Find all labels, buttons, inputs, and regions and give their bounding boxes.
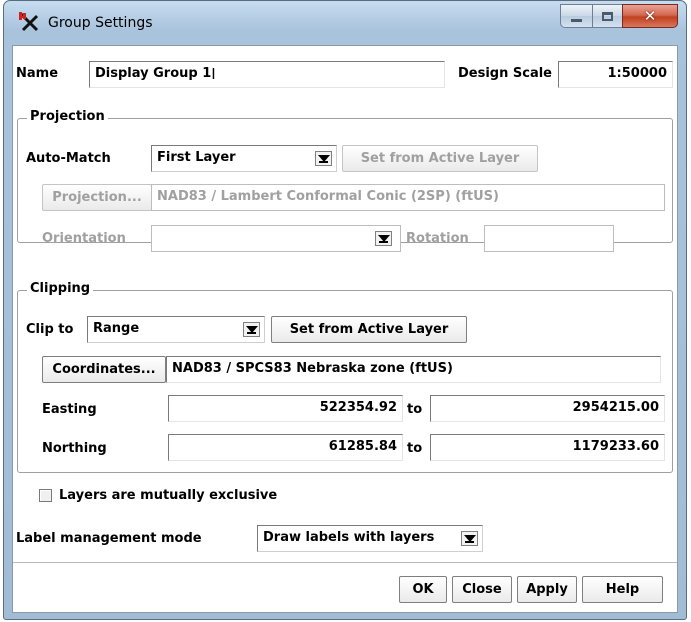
label-mode-dropdown[interactable]: Draw labels with layers xyxy=(257,525,483,552)
minimize-button[interactable] xyxy=(560,4,592,28)
rotation-label: Rotation xyxy=(406,231,469,246)
label-mode-value: Draw labels with layers xyxy=(263,530,435,545)
coordinates-button[interactable]: Coordinates... xyxy=(42,356,166,383)
projection-set-from-active-button[interactable]: Set from Active Layer xyxy=(342,145,538,172)
name-label: Name xyxy=(16,66,59,81)
northing-to-label: to xyxy=(407,441,423,456)
close-icon: ✕ xyxy=(643,7,657,25)
coordinates-value-field: NAD83 / SPCS83 Nebraska zone (ftUS) xyxy=(166,356,661,383)
northing-label: Northing xyxy=(42,441,107,456)
close-button[interactable]: Close xyxy=(452,576,512,603)
footer-divider xyxy=(13,562,677,563)
rotation-input[interactable] xyxy=(484,225,614,252)
orientation-dropdown[interactable] xyxy=(151,225,401,252)
chevron-down-icon xyxy=(243,322,260,337)
northing-to-input[interactable]: 1179233.60 xyxy=(430,434,665,461)
chevron-down-icon xyxy=(315,151,332,166)
projection-value-field: NAD83 / Lambert Conformal Conic (2SP) (f… xyxy=(151,184,665,211)
maximize-icon xyxy=(602,11,613,21)
easting-to-label: to xyxy=(407,402,423,417)
orientation-label: Orientation xyxy=(42,231,126,246)
close-window-button[interactable]: ✕ xyxy=(622,4,678,28)
auto-match-dropdown[interactable]: First Layer xyxy=(151,145,337,172)
projection-button[interactable]: Projection... xyxy=(42,184,152,211)
app-logo-icon xyxy=(19,12,39,32)
mutually-exclusive-label: Layers are mutually exclusive xyxy=(59,488,278,503)
design-scale-label: Design Scale xyxy=(458,66,553,81)
help-button[interactable]: Help xyxy=(582,576,663,603)
northing-from-input[interactable]: 61285.84 xyxy=(168,434,403,461)
ok-button[interactable]: OK xyxy=(399,576,447,603)
clip-to-label: Clip to xyxy=(26,322,74,337)
label-mode-label: Label management mode xyxy=(16,531,202,546)
title-bar[interactable]: Group Settings ✕ xyxy=(4,1,686,45)
clipping-set-from-active-button[interactable]: Set from Active Layer xyxy=(271,316,467,343)
chevron-down-icon xyxy=(375,231,392,246)
clip-to-dropdown[interactable]: Range xyxy=(87,316,265,343)
minimize-icon xyxy=(571,18,582,22)
auto-match-value: First Layer xyxy=(157,150,236,165)
chevron-down-icon xyxy=(461,531,478,546)
dialog-client: Name Display Group 1I Design Scale 1:500… xyxy=(12,45,678,613)
easting-from-input[interactable]: 522354.92 xyxy=(168,395,403,422)
mutually-exclusive-checkbox[interactable] xyxy=(39,489,52,502)
text-cursor-icon: I xyxy=(211,65,216,83)
maximize-button[interactable] xyxy=(592,4,622,28)
clip-to-value: Range xyxy=(93,321,140,336)
design-scale-input[interactable]: 1:50000 xyxy=(558,61,673,88)
projection-group-title: Projection xyxy=(27,109,108,124)
group-settings-window: Group Settings ✕ Name Display Group 1I D… xyxy=(3,0,687,620)
auto-match-label: Auto-Match xyxy=(26,151,111,166)
apply-button[interactable]: Apply xyxy=(517,576,577,603)
name-value: Display Group 1 xyxy=(95,66,212,81)
caption-buttons: ✕ xyxy=(560,4,678,28)
easting-to-input[interactable]: 2954215.00 xyxy=(430,395,665,422)
easting-label: Easting xyxy=(42,402,97,417)
window-title: Group Settings xyxy=(48,15,153,31)
name-input[interactable]: Display Group 1I xyxy=(89,61,445,88)
clipping-group-title: Clipping xyxy=(27,281,94,296)
